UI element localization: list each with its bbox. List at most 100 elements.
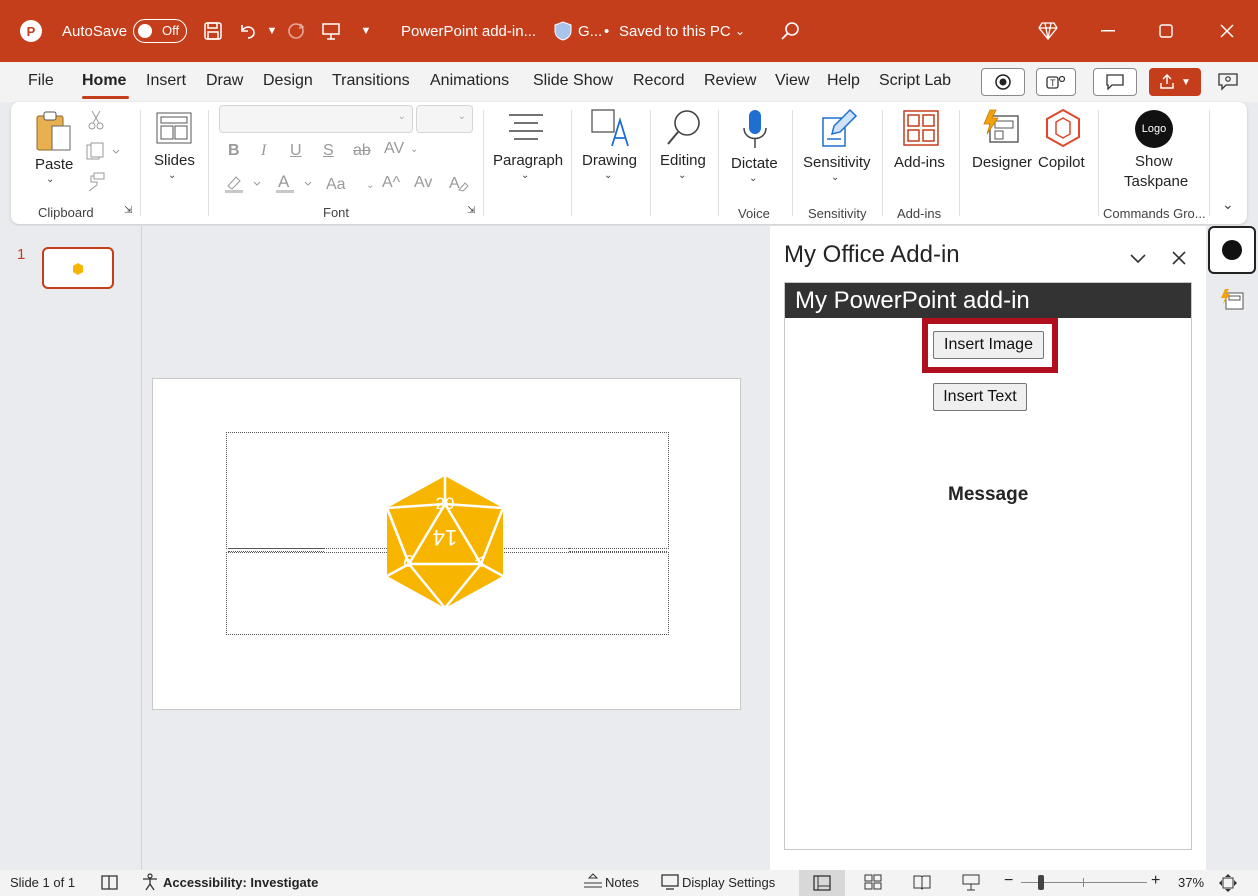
reading-view-button[interactable] <box>913 874 931 893</box>
drawing-label[interactable]: Drawing <box>582 152 637 169</box>
paste-label[interactable]: Paste <box>35 156 73 173</box>
paste-dropdown-icon[interactable]: ⌄ <box>46 174 54 185</box>
editing-dropdown-icon[interactable]: ⌄ <box>678 170 686 181</box>
chevron-down-icon[interactable]: ⌄ <box>728 19 752 43</box>
coauthoring-icon[interactable] <box>1216 70 1240 94</box>
highlight-icon[interactable] <box>224 174 264 199</box>
redo-icon[interactable] <box>284 19 308 43</box>
maximize-icon[interactable] <box>1154 19 1178 43</box>
notes-button[interactable]: Notes <box>605 875 639 890</box>
sensitivity-dropdown-icon[interactable]: ⌄ <box>831 172 839 183</box>
zoom-in-button[interactable]: + <box>1151 872 1160 890</box>
paragraph-icon[interactable] <box>508 112 544 145</box>
paragraph-dropdown-icon[interactable]: ⌄ <box>521 170 529 181</box>
tab-review[interactable]: Review <box>704 72 756 90</box>
underline-button[interactable]: U <box>290 142 302 160</box>
share-button[interactable]: ▼ <box>1149 68 1201 96</box>
sensitivity-label-button[interactable]: Sensitivity <box>803 154 871 171</box>
format-painter-icon[interactable] <box>86 172 106 197</box>
show-taskpane-label-line1[interactable]: Show <box>1135 153 1173 170</box>
close-icon[interactable] <box>1215 19 1239 43</box>
undo-icon[interactable] <box>236 19 260 43</box>
case-dropdown-icon[interactable]: ⌄ <box>366 180 374 191</box>
spacing-dropdown-icon[interactable]: ⌄ <box>410 144 418 155</box>
comments-button[interactable] <box>1093 68 1137 96</box>
increase-font-button[interactable]: A^ <box>382 174 400 192</box>
sensitivity-label[interactable]: G... <box>578 0 602 62</box>
normal-view-button[interactable] <box>799 870 845 896</box>
fit-slide-icon[interactable] <box>1218 873 1238 896</box>
designer-rail-icon[interactable] <box>1220 288 1244 313</box>
slideshow-view-button[interactable] <box>962 873 980 894</box>
copilot-label[interactable]: Copilot <box>1038 154 1085 171</box>
shadow-button[interactable]: S <box>323 142 334 160</box>
addin-rail-button[interactable] <box>1208 226 1256 274</box>
zoom-slider-thumb[interactable] <box>1038 875 1044 890</box>
bold-button[interactable]: B <box>228 142 240 160</box>
font-size-combo[interactable]: ⌄ <box>416 105 473 133</box>
show-taskpane-label-line2[interactable]: Taskpane <box>1124 173 1188 190</box>
designer-label[interactable]: Designer <box>972 154 1032 171</box>
font-launcher-icon[interactable]: ⇲ <box>467 205 475 216</box>
d20-dice-image[interactable]: 20 14 9 4 <box>383 474 507 610</box>
character-spacing-button[interactable]: AV <box>384 140 404 158</box>
paragraph-label[interactable]: Paragraph <box>493 152 563 169</box>
spelling-icon[interactable] <box>101 873 119 894</box>
slides-icon[interactable] <box>156 112 192 147</box>
ribbon-collapse-icon[interactable]: ⌄ <box>1222 196 1234 213</box>
document-title[interactable]: PowerPoint add-in... <box>401 0 536 62</box>
tab-transitions[interactable]: Transitions <box>332 72 410 90</box>
drawing-shapes-icon[interactable] <box>590 108 630 151</box>
taskpane-close-icon[interactable] <box>1170 249 1188 270</box>
microphone-icon[interactable] <box>742 108 768 153</box>
save-icon[interactable] <box>201 19 225 43</box>
tab-file[interactable]: File <box>28 72 54 90</box>
font-name-combo[interactable]: ⌄ <box>219 105 413 133</box>
autosave-toggle[interactable]: Off <box>133 19 187 43</box>
paste-icon[interactable] <box>34 110 74 157</box>
sensitivity-icon[interactable] <box>820 108 858 153</box>
designer-icon[interactable] <box>982 108 1020 149</box>
tab-design[interactable]: Design <box>263 72 313 90</box>
display-settings-button[interactable]: Display Settings <box>682 875 775 890</box>
search-icon[interactable] <box>778 19 802 43</box>
notes-icon[interactable] <box>583 873 603 894</box>
clear-formatting-icon[interactable]: A <box>447 172 469 199</box>
editing-label[interactable]: Editing <box>660 152 706 169</box>
taskpane-options-icon[interactable] <box>1128 248 1148 271</box>
slide-thumbnail[interactable] <box>42 247 114 289</box>
tab-insert[interactable]: Insert <box>146 72 186 90</box>
clipboard-launcher-icon[interactable]: ⇲ <box>124 205 132 216</box>
slide-sorter-view-button[interactable] <box>864 874 882 893</box>
addins-icon[interactable] <box>903 110 939 149</box>
copilot-icon[interactable] <box>1044 108 1082 151</box>
logo-icon[interactable]: Logo <box>1135 110 1173 148</box>
tab-draw[interactable]: Draw <box>206 72 243 90</box>
tab-view[interactable]: View <box>775 72 809 90</box>
display-settings-icon[interactable] <box>661 873 679 894</box>
tab-animations[interactable]: Animations <box>430 72 509 90</box>
decrease-font-button[interactable]: Av <box>414 174 432 192</box>
diamond-icon[interactable] <box>1036 19 1060 43</box>
tab-record[interactable]: Record <box>633 72 685 90</box>
tab-home[interactable]: Home <box>82 72 126 90</box>
font-color-icon[interactable]: A <box>275 172 315 199</box>
cut-icon[interactable] <box>88 110 104 135</box>
present-icon[interactable] <box>319 19 343 43</box>
accessibility-icon[interactable] <box>141 873 159 894</box>
italic-button[interactable]: I <box>261 142 266 160</box>
slides-label[interactable]: Slides <box>154 152 195 169</box>
insert-image-button[interactable]: Insert Image <box>933 331 1044 359</box>
copy-icon[interactable] <box>86 142 120 167</box>
addins-label[interactable]: Add-ins <box>894 154 945 171</box>
undo-dropdown-icon[interactable]: ▼ <box>260 19 284 43</box>
customize-toolbar-icon[interactable]: ▼ <box>354 19 378 43</box>
teams-button[interactable]: T <box>1036 68 1076 96</box>
minimize-icon[interactable] <box>1096 19 1120 43</box>
save-status[interactable]: Saved to this PC <box>619 0 731 62</box>
tab-script-lab[interactable]: Script Lab <box>879 72 951 90</box>
tab-help[interactable]: Help <box>827 72 860 90</box>
zoom-out-button[interactable]: − <box>1004 872 1013 890</box>
tab-slide-show[interactable]: Slide Show <box>533 72 613 90</box>
find-icon[interactable] <box>666 108 702 151</box>
